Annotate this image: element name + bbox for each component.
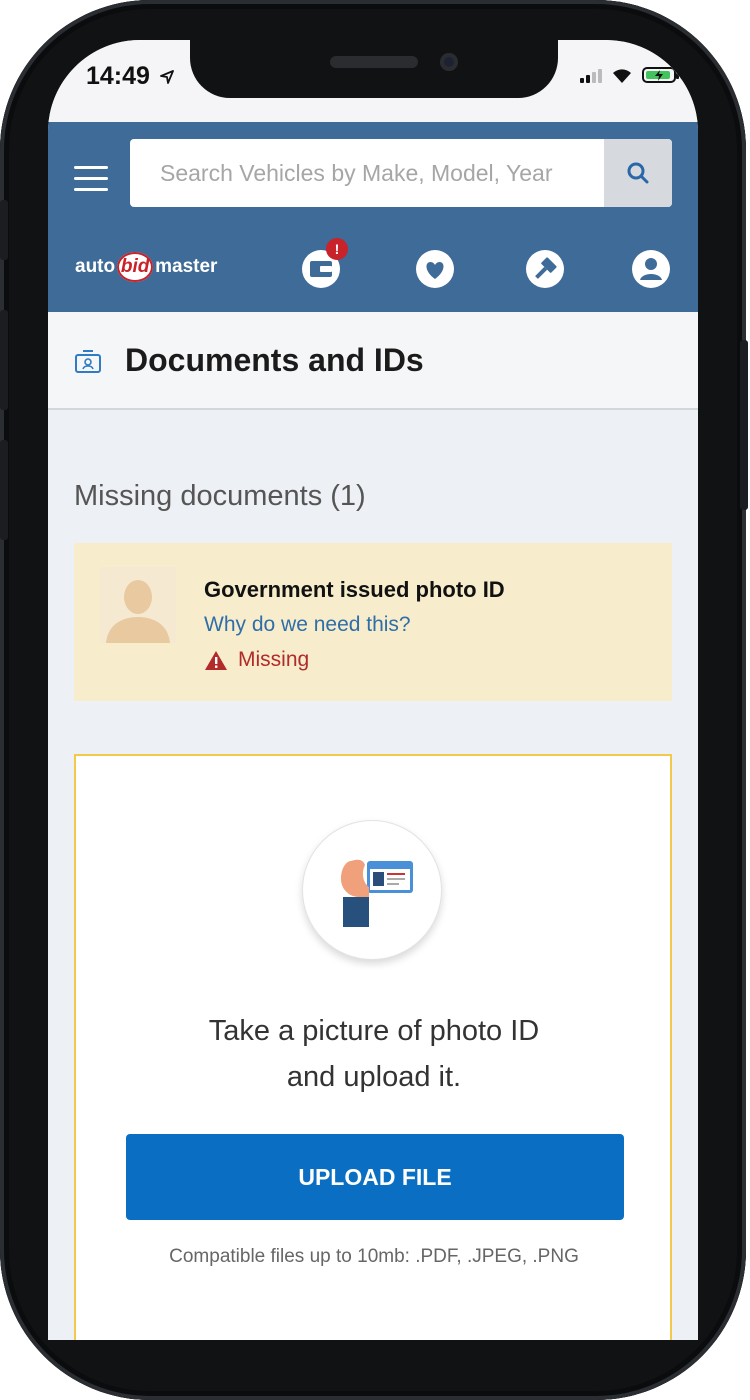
notch: [190, 40, 558, 98]
status-text: Missing: [238, 648, 310, 671]
search-bar: [130, 139, 672, 207]
upload-instructions: Take a picture of photo ID and upload it…: [76, 1008, 672, 1100]
wallet-icon[interactable]: !: [300, 238, 348, 290]
phone-side-button: [0, 200, 8, 260]
document-name: Government issued photo ID: [204, 577, 505, 602]
hamburger-menu-icon[interactable]: [74, 166, 108, 194]
search-icon: [627, 162, 649, 184]
instruction-line-2: and upload it.: [286, 1061, 462, 1093]
upload-file-button[interactable]: UPLOAD FILE: [126, 1134, 624, 1220]
phone-volume-up-button: [0, 310, 8, 410]
documents-icon: [75, 350, 101, 373]
status-icons: [580, 66, 679, 84]
file-format-note: Compatible files up to 10mb: .PDF, .JPEG…: [169, 1246, 579, 1267]
phone-volume-down-button: [0, 440, 8, 540]
location-arrow-icon: [160, 70, 174, 84]
missing-documents-heading: Missing documents (1): [74, 480, 366, 512]
document-status: Missing: [204, 648, 309, 672]
warning-icon: [205, 650, 227, 670]
search-button[interactable]: [604, 139, 672, 207]
logo-text-auto: auto: [75, 256, 116, 277]
logo-text-bid: bid: [117, 252, 154, 282]
battery-icon: [642, 67, 679, 83]
why-needed-link[interactable]: Why do we need this?: [204, 613, 411, 637]
notification-badge: !: [326, 238, 348, 260]
app-header: auto bid master !: [48, 122, 698, 312]
status-time: 14:49: [86, 62, 150, 90]
phone-screen: 14:49 Search Vehicles by Make, Model, Ye…: [48, 40, 698, 1340]
user-account-icon[interactable]: [630, 248, 672, 290]
upload-panel: Take a picture of photo ID and upload it…: [74, 754, 672, 1340]
page-title-bar: Documents and IDs: [48, 312, 698, 410]
cellular-signal-icon: [580, 67, 602, 83]
page-title: Documents and IDs: [125, 342, 424, 378]
id-card-illustration: [302, 820, 442, 960]
autobidmaster-logo[interactable]: auto bid master: [75, 252, 217, 282]
instruction-line-1: Take a picture of photo ID: [208, 1015, 540, 1047]
phone-power-button: [740, 340, 748, 510]
speaker-grille: [330, 56, 418, 68]
wifi-icon: [613, 69, 631, 83]
front-camera: [440, 53, 458, 71]
avatar-placeholder-icon: [100, 567, 176, 643]
logo-text-master: master: [155, 256, 218, 277]
watchlist-heart-icon[interactable]: [414, 248, 456, 290]
search-input[interactable]: [130, 139, 604, 207]
auction-gavel-icon[interactable]: [524, 248, 566, 290]
missing-document-card: Government issued photo ID Why do we nee…: [74, 543, 672, 701]
